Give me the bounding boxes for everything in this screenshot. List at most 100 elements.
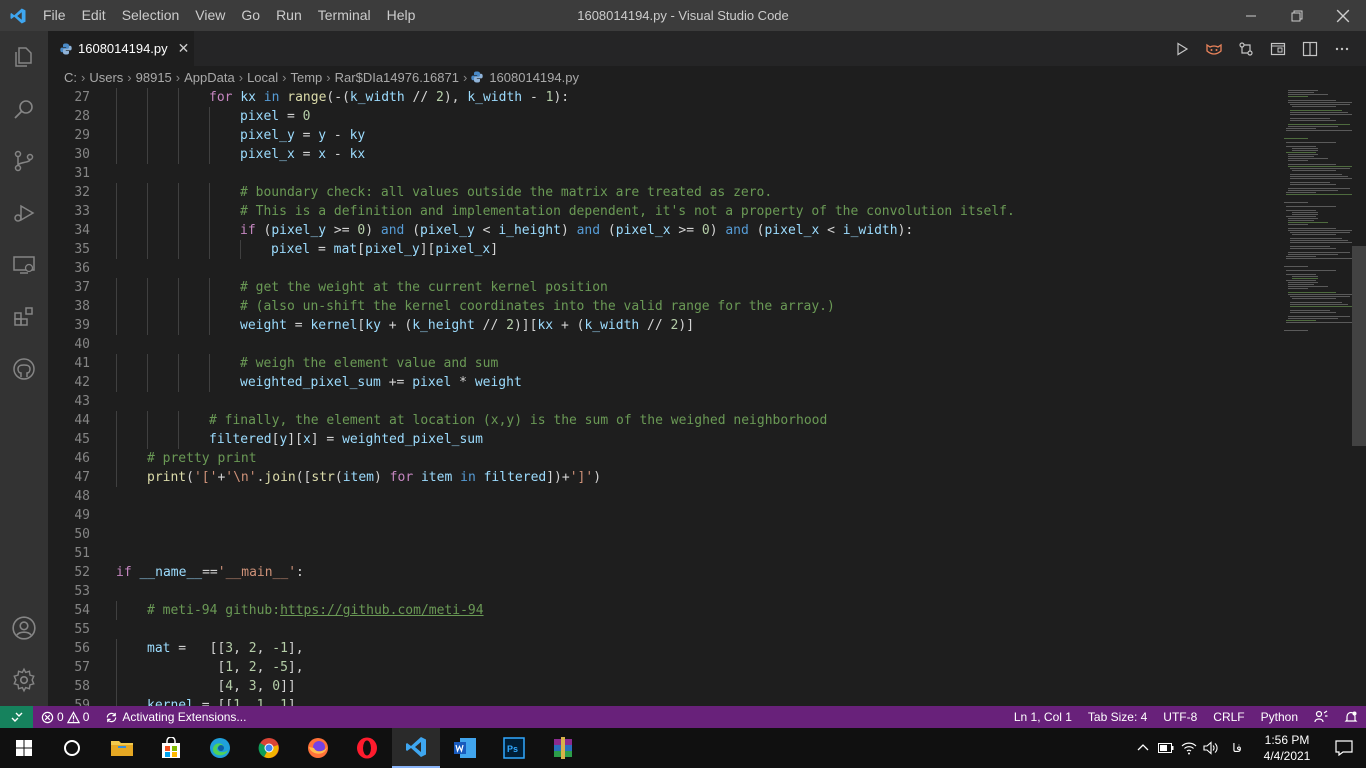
run-python-file-button[interactable] [1166,31,1198,66]
scrollbar-thumb[interactable] [1352,246,1366,446]
github-icon[interactable] [0,343,48,395]
vscode-taskbar[interactable] [392,728,440,768]
file-explorer-taskbar[interactable] [98,728,146,768]
code-line[interactable]: 40 [48,335,1233,354]
extension-activity[interactable]: Activating Extensions... [97,706,254,728]
store-taskbar[interactable] [147,728,195,768]
action-center-button[interactable] [1322,728,1366,768]
edge-taskbar[interactable] [196,728,244,768]
code-line[interactable]: 45 filtered[y][x] = weighted_pixel_sum [48,430,1233,449]
opera-taskbar[interactable] [343,728,391,768]
remote-indicator[interactable] [0,706,33,728]
split-editor-button[interactable] [1294,31,1326,66]
start-button[interactable] [0,728,48,768]
problems-indicator[interactable]: 0 0 [33,706,97,728]
code-line[interactable]: 35 pixel = mat[pixel_y][pixel_x] [48,240,1233,259]
volume-button[interactable] [1200,728,1222,768]
code-line[interactable]: 57 [1, 2, -5], [48,658,1233,677]
menu-selection[interactable]: Selection [114,0,188,31]
restore-button[interactable] [1274,0,1320,31]
breadcrumb-item[interactable]: Temp [291,70,323,85]
search-taskbar-button[interactable] [48,728,96,768]
tab-close-button[interactable]: ✕ [178,40,190,57]
code-line[interactable]: 54 # meti-94 github:https://github.com/me… [48,601,1233,620]
code-line[interactable]: 37 # get the weight at the current kernel… [48,278,1233,297]
winrar-taskbar[interactable] [539,728,587,768]
code-line[interactable]: 42 weighted_pixel_sum += pixel * weight [48,373,1233,392]
code-line[interactable]: 29 pixel_y = y - ky [48,126,1233,145]
open-preview-button[interactable] [1262,31,1294,66]
menu-view[interactable]: View [187,0,233,31]
breadcrumb-item[interactable]: Local [247,70,278,85]
notifications-button[interactable] [1336,706,1366,728]
extension-action-button[interactable] [1198,31,1230,66]
feedback-button[interactable] [1306,706,1336,728]
code-line[interactable]: 39 weight = kernel[ky + (k_height // 2)][… [48,316,1233,335]
code-line[interactable]: 51 [48,544,1233,563]
menu-terminal[interactable]: Terminal [310,0,379,31]
breadcrumb-item[interactable]: C: [64,70,77,85]
language-mode[interactable]: Python [1253,706,1306,728]
code-line[interactable]: 59 kernel = [[1, 1, 1], [48,696,1233,706]
code-line[interactable]: 28 pixel = 0 [48,107,1233,126]
menu-edit[interactable]: Edit [74,0,114,31]
explorer-icon[interactable] [0,31,48,83]
menu-go[interactable]: Go [233,0,268,31]
breadcrumb-item[interactable]: 1608014194.py [489,70,579,85]
code-editor[interactable]: 27 for kx in range(-(k_width // 2), k_wid… [48,88,1352,706]
more-actions-button[interactable] [1326,31,1358,66]
photoshop-taskbar[interactable]: Ps [490,728,538,768]
code-line[interactable]: 55 [48,620,1233,639]
code-line[interactable]: 49 [48,506,1233,525]
code-line[interactable]: 36 [48,259,1233,278]
source-control-icon[interactable] [0,135,48,187]
accounts-icon[interactable] [0,602,48,654]
menu-file[interactable]: File [35,0,74,31]
code-line[interactable]: 58 [4, 3, 0]] [48,677,1233,696]
encoding-selector[interactable]: UTF-8 [1155,706,1205,728]
input-language[interactable]: فا [1222,741,1252,755]
code-line[interactable]: 46 # pretty print [48,449,1233,468]
menu-run[interactable]: Run [268,0,310,31]
code-line[interactable]: 44 # finally, the element at location (x,… [48,411,1233,430]
minimize-button[interactable] [1228,0,1274,31]
code-line[interactable]: 43 [48,392,1233,411]
code-line[interactable]: 50 [48,525,1233,544]
run-debug-icon[interactable] [0,187,48,239]
chrome-taskbar[interactable] [245,728,293,768]
code-line[interactable]: 27 for kx in range(-(k_width // 2), k_wid… [48,88,1233,107]
code-line[interactable]: 52 if __name__=='__main__': [48,563,1233,582]
firefox-taskbar[interactable] [294,728,342,768]
code-line[interactable]: 33 # This is a definition and implementat… [48,202,1233,221]
code-line[interactable]: 30 pixel_x = x - kx [48,145,1233,164]
code-line[interactable]: 38 # (also un-shift the kernel coordinate… [48,297,1233,316]
code-line[interactable]: 56 mat = [[3, 2, -1], [48,639,1233,658]
code-line[interactable]: 48 [48,487,1233,506]
word-taskbar[interactable] [441,728,489,768]
settings-gear-icon[interactable] [0,654,48,706]
remote-explorer-icon[interactable] [0,239,48,291]
indentation-setting[interactable]: Tab Size: 4 [1080,706,1155,728]
show-hidden-icons-button[interactable] [1132,728,1154,768]
code-line[interactable]: 47 print('['+'\n'.join([str(item) for ite… [48,468,1233,487]
tab-1608014194-py[interactable]: 1608014194.py ✕ [48,31,194,66]
vertical-scrollbar[interactable] [1352,88,1366,706]
eol-selector[interactable]: CRLF [1205,706,1252,728]
breadcrumb-item[interactable]: Rar$DIa14976.16871 [335,70,459,85]
breadcrumb-item[interactable]: Users [89,70,123,85]
extensions-icon[interactable] [0,291,48,343]
code-line[interactable]: 34 if (pixel_y >= 0) and (pixel_y < i_hei… [48,221,1233,240]
code-line[interactable]: 31 [48,164,1233,183]
network-button[interactable] [1178,728,1200,768]
code-line[interactable]: 53 [48,582,1233,601]
breadcrumb-item[interactable]: 98915 [136,70,172,85]
code-link[interactable]: https://github.com/meti-94 [280,603,484,618]
clock[interactable]: 1:56 PM 4/4/2021 [1252,732,1322,764]
code-line[interactable]: 41 # weigh the element value and sum [48,354,1233,373]
code-line[interactable]: 32 # boundary check: all values outside t… [48,183,1233,202]
minimap[interactable] [1282,88,1352,706]
search-icon[interactable] [0,83,48,135]
battery-button[interactable] [1154,728,1178,768]
menu-help[interactable]: Help [379,0,424,31]
cursor-position[interactable]: Ln 1, Col 1 [1006,706,1080,728]
